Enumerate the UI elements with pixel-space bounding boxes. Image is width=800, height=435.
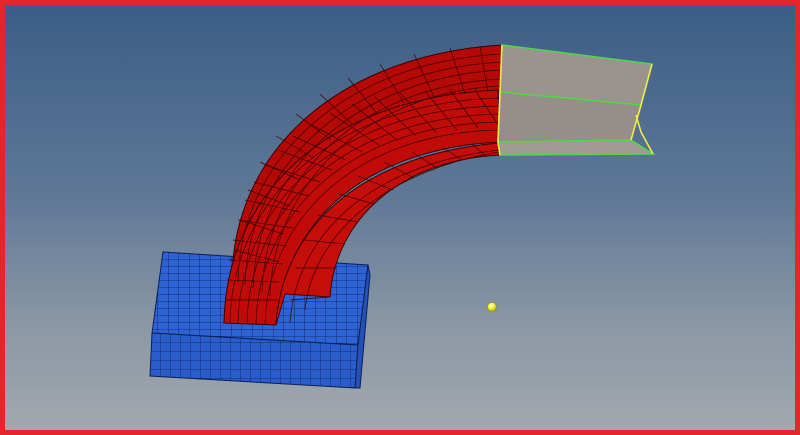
model-scene[interactable] (0, 0, 800, 435)
extension-surface[interactable] (497, 44, 656, 156)
yellow-sphere-icon[interactable] (487, 302, 497, 312)
graphics-viewport[interactable] (0, 0, 800, 435)
